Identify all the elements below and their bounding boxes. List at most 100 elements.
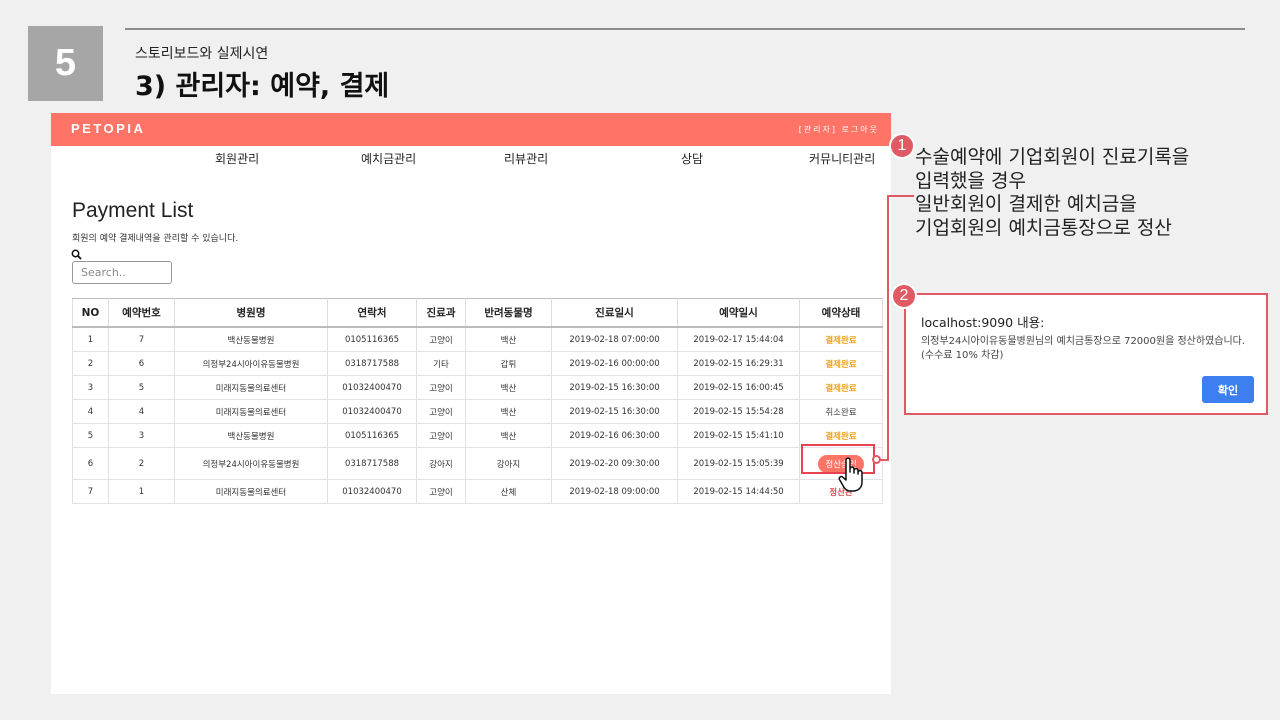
cell-phone: 01032400470 — [327, 479, 417, 504]
cell-hospital: 미래지동물의료센터 — [174, 479, 328, 504]
search-icon — [71, 249, 82, 260]
cell-treatment-date: 2019-02-15 16:30:00 — [551, 375, 678, 400]
cell-status: 결제완료 — [799, 351, 883, 376]
col-header-pet-name: 반려동물명 — [465, 298, 552, 328]
callout-number-2: 2 — [891, 283, 917, 309]
page-description: 회원의 예약 결제내역을 관리할 수 있습니다. — [72, 234, 239, 244]
cell-pet-name: 백산 — [465, 326, 552, 352]
cell-phone: 0318717588 — [327, 351, 417, 376]
col-header-reservation-no: 예약번호 — [108, 298, 175, 328]
cell-phone: 0105116365 — [327, 423, 417, 448]
cell-no: 3 — [72, 375, 109, 400]
cell-phone: 01032400470 — [327, 375, 417, 400]
cell-phone: 0318717588 — [327, 447, 417, 480]
cell-treatment-date: 2019-02-18 07:00:00 — [551, 326, 678, 352]
status-badge: 결제완료 — [825, 383, 857, 394]
nav-item-community[interactable]: 커뮤니티관리 — [809, 150, 875, 167]
col-header-treatment-date: 진료일시 — [551, 298, 678, 328]
cell-reservation-date: 2019-02-17 15:44:04 — [677, 326, 800, 352]
status-badge: 결제완료 — [825, 335, 857, 346]
search-input[interactable] — [72, 261, 172, 284]
table-row[interactable]: 6 2 의정부24시아이유동물병원 0318717588 강아지 강아지 201… — [72, 447, 883, 480]
cell-treatment-date: 2019-02-16 00:00:00 — [551, 351, 678, 376]
cell-reservation-date: 2019-02-15 15:41:10 — [677, 423, 800, 448]
cell-treatment-date: 2019-02-16 06:30:00 — [551, 423, 678, 448]
col-header-status: 예약상태 — [799, 298, 883, 328]
cell-treatment-date: 2019-02-20 09:30:00 — [551, 447, 678, 480]
dialog-title: localhost:9090 내용: — [921, 315, 1045, 330]
app-window: PETOPIA [관리자] 로그아웃 회원관리 예치금관리 리뷰관리 상담 커뮤… — [51, 113, 891, 694]
nav-item-deposits[interactable]: 예치금관리 — [361, 150, 416, 167]
cell-pet-name: 산체 — [465, 479, 552, 504]
app-logo[interactable]: PETOPIA — [71, 121, 145, 136]
col-header-phone: 연락처 — [327, 298, 417, 328]
main-nav: 회원관리 예치금관리 리뷰관리 상담 커뮤니티관리 — [51, 146, 891, 176]
table-row[interactable]: 7 1 미래지동물의료센터 01032400470 고양이 산체 2019-02… — [72, 479, 883, 504]
table-row[interactable]: 4 4 미래지동물의료센터 01032400470 고양이 백산 2019-02… — [72, 399, 883, 424]
hand-pointer-icon — [838, 457, 863, 492]
cell-department: 고양이 — [416, 399, 466, 424]
cell-hospital: 의정부24시아이유동물병원 — [174, 447, 328, 480]
col-header-reservation-date: 예약일시 — [677, 298, 800, 328]
callout-1-line: 기업회원의 예치금통장으로 정산 — [915, 216, 1172, 239]
nav-item-reviews[interactable]: 리뷰관리 — [504, 150, 548, 167]
cell-reservation-no: 3 — [108, 423, 175, 448]
cell-reservation-date: 2019-02-15 16:00:45 — [677, 375, 800, 400]
header-divider — [125, 28, 1245, 30]
cell-status: 결제완료 — [799, 326, 883, 352]
nav-item-members[interactable]: 회원관리 — [215, 150, 259, 167]
cell-pet-name: 백산 — [465, 399, 552, 424]
dialog-message: 의정부24시아이유동물병원님의 예치금통장으로 72000원을 정산하였습니다.… — [921, 336, 1246, 361]
callout-number-1: 1 — [889, 133, 915, 159]
table-row[interactable]: 2 6 의정부24시아이유동물병원 0318717588 기타 갑튀 2019-… — [72, 351, 883, 376]
status-badge: 취소완료 — [825, 407, 857, 418]
cell-phone: 01032400470 — [327, 399, 417, 424]
cell-reservation-date: 2019-02-15 16:29:31 — [677, 351, 800, 376]
cell-reservation-no: 4 — [108, 399, 175, 424]
table-row[interactable]: 5 3 백산동물병원 0105116365 고양이 백산 2019-02-16 … — [72, 423, 883, 448]
col-header-no: NO — [72, 298, 109, 328]
cell-no: 1 — [72, 326, 109, 352]
status-badge: 결제완료 — [825, 359, 857, 370]
cell-pet-name: 백산 — [465, 375, 552, 400]
slide-number: 5 — [28, 26, 103, 101]
callout-1-line: 일반회원이 결제한 예치금을 — [915, 193, 1137, 215]
callout-connector-horizontal — [889, 195, 914, 197]
cell-reservation-date: 2019-02-15 14:44:50 — [677, 479, 800, 504]
table-row[interactable]: 1 7 백산동물병원 0105116365 고양이 백산 2019-02-18 … — [72, 326, 883, 352]
table-row[interactable]: 3 5 미래지동물의료센터 01032400470 고양이 백산 2019-02… — [72, 375, 883, 400]
cell-reservation-no: 5 — [108, 375, 175, 400]
cell-hospital: 의정부24시아이유동물병원 — [174, 351, 328, 376]
cell-department: 고양이 — [416, 326, 466, 352]
cell-hospital: 백산동물병원 — [174, 423, 328, 448]
cell-treatment-date: 2019-02-18 09:00:00 — [551, 479, 678, 504]
cell-reservation-no: 1 — [108, 479, 175, 504]
cell-pet-name: 백산 — [465, 423, 552, 448]
cell-reservation-no: 6 — [108, 351, 175, 376]
cell-reservation-date: 2019-02-15 15:54:28 — [677, 399, 800, 424]
cell-no: 6 — [72, 447, 109, 480]
cell-status: 취소완료 — [799, 399, 883, 424]
cell-pet-name: 강아지 — [465, 447, 552, 480]
callout-connector-link — [880, 459, 888, 461]
cell-department: 강아지 — [416, 447, 466, 480]
page-title: Payment List — [72, 199, 194, 222]
table-header-row: NO 예약번호 병원명 연락처 진료과 반려동물명 진료일시 예약일시 예약상태 — [72, 298, 883, 328]
slide-title: 3) 관리자: 예약, 결제 — [135, 71, 390, 102]
cell-hospital: 미래지동물의료센터 — [174, 375, 328, 400]
app-header: PETOPIA [관리자] 로그아웃 — [51, 113, 891, 146]
callout-1-line: 입력했을 경우 — [915, 169, 1026, 192]
cell-department: 고양이 — [416, 479, 466, 504]
slide-subtitle: 스토리보드와 실제시연 — [135, 46, 269, 62]
callout-connector-dot — [872, 455, 881, 464]
col-header-hospital: 병원명 — [174, 298, 328, 328]
alert-dialog: localhost:9090 내용: 의정부24시아이유동물병원님의 예치금통장… — [904, 293, 1268, 415]
cell-pet-name: 갑튀 — [465, 351, 552, 376]
nav-item-consult[interactable]: 상담 — [681, 150, 703, 167]
cell-hospital: 백산동물병원 — [174, 326, 328, 352]
logout-link[interactable]: [관리자] 로그아웃 — [799, 124, 879, 135]
cell-no: 2 — [72, 351, 109, 376]
dialog-ok-button[interactable]: 확인 — [1202, 376, 1254, 403]
cell-hospital: 미래지동물의료센터 — [174, 399, 328, 424]
cell-no: 5 — [72, 423, 109, 448]
